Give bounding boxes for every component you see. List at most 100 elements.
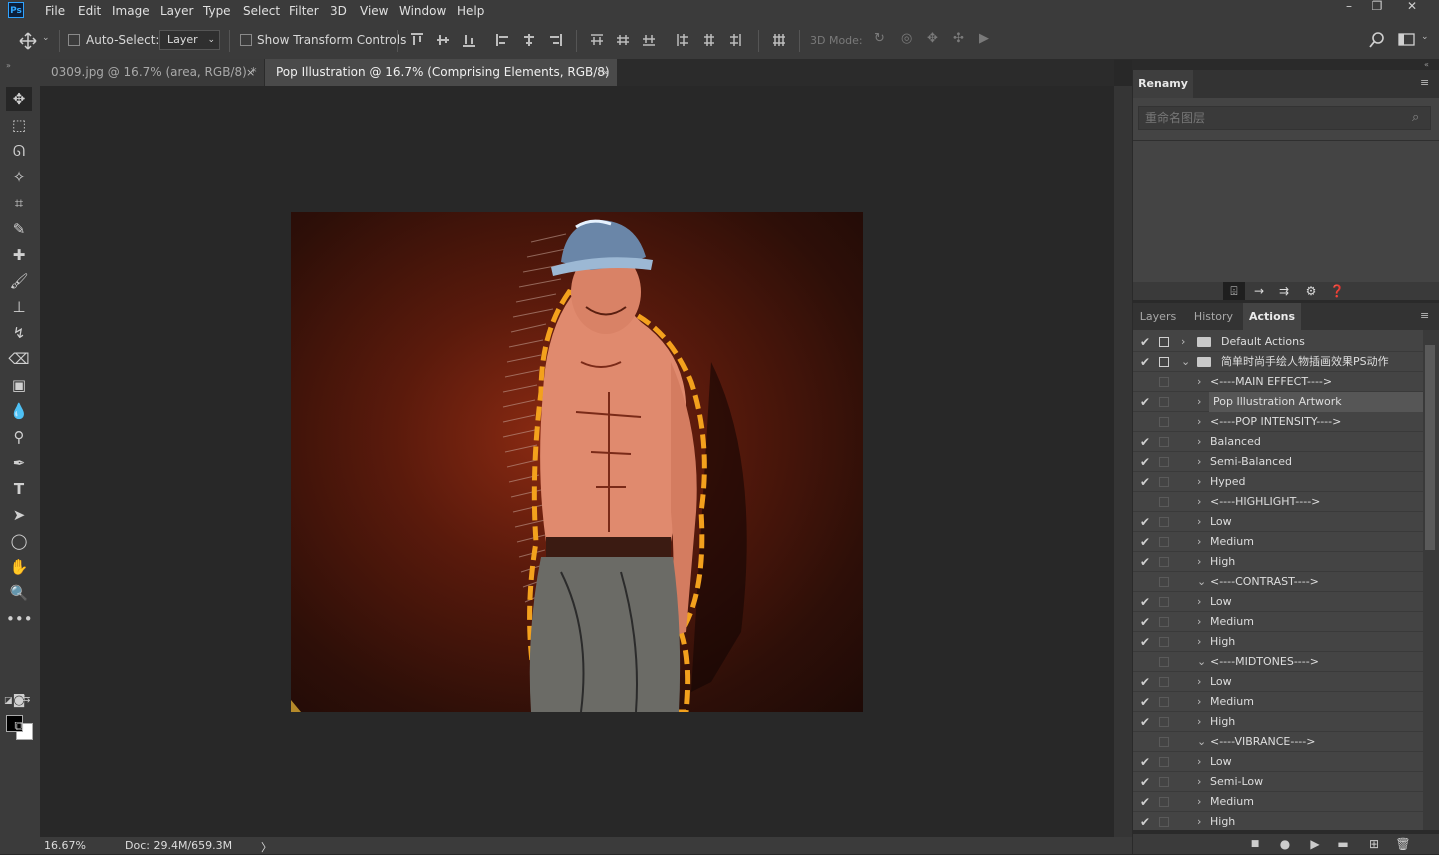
action-row[interactable]: ✔ › Low (1133, 752, 1423, 772)
type-tool-icon[interactable]: T (6, 477, 32, 501)
action-row[interactable]: ✔ › High (1133, 812, 1423, 830)
3d-pan-icon[interactable]: ✥ (927, 31, 938, 46)
expand-chevron-icon[interactable]: › (1197, 412, 1201, 432)
tab-layers[interactable]: Layers (1133, 303, 1183, 330)
history-brush-tool-icon[interactable]: ↯ (6, 321, 32, 345)
3d-scale-icon[interactable]: ▶ (979, 31, 989, 46)
action-toggle-checkmark[interactable]: ✔ (1138, 592, 1152, 612)
action-toggle-checkmark[interactable]: ✔ (1138, 332, 1152, 352)
action-toggle-checkmark[interactable]: ✔ (1138, 672, 1152, 692)
screen-mode-icon[interactable]: ⧉ (6, 715, 32, 739)
action-row[interactable]: ✔ › Medium (1133, 692, 1423, 712)
expand-chevron-icon[interactable]: › (1197, 772, 1201, 792)
align-right-icon[interactable] (548, 33, 562, 47)
expand-chevron-icon[interactable]: › (1197, 632, 1201, 652)
dialog-toggle-box[interactable] (1159, 757, 1169, 767)
dialog-toggle-box[interactable] (1159, 557, 1169, 567)
menu-type[interactable]: Type (203, 1, 231, 21)
action-row[interactable]: ✔ › Medium (1133, 792, 1423, 812)
expand-chevron-icon[interactable]: › (1197, 612, 1201, 632)
action-toggle-checkmark[interactable]: ✔ (1138, 532, 1152, 552)
dialog-toggle-box[interactable] (1159, 637, 1169, 647)
action-row[interactable]: ✔ › High (1133, 552, 1423, 572)
search-icon[interactable]: ⌕ (1412, 110, 1419, 125)
help-icon[interactable]: ❓ (1326, 282, 1348, 300)
distribute-vertical-center-icon[interactable] (616, 33, 630, 47)
ellipse-tool-icon[interactable]: ◯ (6, 529, 32, 553)
dialog-toggle-box[interactable] (1159, 437, 1169, 447)
action-toggle-checkmark[interactable]: ✔ (1138, 712, 1152, 732)
arrow-right-icon[interactable]: → (1248, 282, 1270, 300)
dialog-toggle-box[interactable] (1159, 457, 1169, 467)
minimize-button[interactable]: – (1334, 0, 1364, 14)
expand-chevron-icon[interactable]: › (1197, 792, 1201, 812)
dialog-toggle-box[interactable] (1159, 657, 1169, 667)
action-row[interactable]: ⌄ <----VIBRANCE----> (1133, 732, 1423, 752)
menu-3d[interactable]: 3D (330, 1, 347, 21)
rename-layer-input[interactable]: 重命名图层 (1138, 106, 1431, 130)
menu-layer[interactable]: Layer (160, 1, 193, 21)
expand-chevron-icon[interactable]: › (1197, 672, 1201, 692)
quick-mask-icon[interactable]: ◙ (6, 689, 32, 713)
expand-chevron-icon[interactable]: › (1197, 812, 1201, 830)
tab-0309[interactable]: 0309.jpg @ 16.7% (area, RGB/8) * × (40, 59, 264, 86)
dialog-toggle-box[interactable] (1159, 417, 1169, 427)
eyedropper-tool-icon[interactable]: ✎ (6, 217, 32, 241)
menu-select[interactable]: Select (243, 1, 280, 21)
new-set-folder-icon[interactable]: ▬ (1332, 835, 1354, 853)
expand-chevron-icon[interactable]: › (1197, 532, 1201, 552)
tab-pop-illustration[interactable]: Pop Illustration @ 16.7% (Comprising Ele… (265, 59, 617, 106)
action-toggle-checkmark[interactable]: ✔ (1138, 772, 1152, 792)
dialog-toggle-box[interactable] (1159, 537, 1169, 547)
expand-chevron-icon[interactable]: › (1197, 392, 1201, 412)
action-toggle-checkmark[interactable]: ✔ (1138, 612, 1152, 632)
menu-file[interactable]: File (45, 1, 65, 21)
record-icon[interactable]: ● (1274, 835, 1296, 853)
action-toggle-checkmark[interactable] (1138, 572, 1152, 592)
gear-icon[interactable]: ⚙ (1300, 282, 1322, 300)
action-row[interactable]: › <----POP INTENSITY----> (1133, 412, 1423, 432)
dialog-toggle-box[interactable] (1159, 377, 1169, 387)
action-toggle-checkmark[interactable] (1138, 412, 1152, 432)
action-toggle-checkmark[interactable] (1138, 372, 1152, 392)
collapse-chevron-icon[interactable]: ⌄ (1197, 732, 1206, 752)
dialog-toggle-box[interactable] (1159, 817, 1169, 827)
collapse-chevron-icon[interactable]: ⌄ (1181, 352, 1190, 372)
panel-menu-icon[interactable]: ≡ (1420, 76, 1429, 89)
action-row[interactable]: › <----MAIN EFFECT----> (1133, 372, 1423, 392)
action-toggle-checkmark[interactable] (1138, 732, 1152, 752)
expand-chevron-icon[interactable]: › (1197, 472, 1201, 492)
dialog-toggle-box[interactable] (1159, 677, 1169, 687)
3d-roll-icon[interactable]: ◎ (901, 31, 912, 46)
action-row[interactable]: ⌄ <----CONTRAST----> (1133, 572, 1423, 592)
distribute-top-icon[interactable] (590, 33, 604, 47)
play-icon[interactable]: ▶ (1304, 835, 1326, 853)
magic-wand-tool-icon[interactable]: ✧ (6, 165, 32, 189)
distribute-bottom-icon[interactable] (642, 33, 656, 47)
distribute-right-icon[interactable] (728, 33, 742, 47)
dialog-toggle-box[interactable] (1159, 597, 1169, 607)
dialog-toggle-box[interactable] (1159, 397, 1169, 407)
zoom-level[interactable]: 16.67% (44, 839, 86, 852)
distribute-left-icon[interactable] (676, 33, 690, 47)
collapse-toolbar-icon[interactable]: » (6, 61, 11, 70)
rename-mode-icon[interactable]: ⌹ (1223, 282, 1245, 300)
expand-chevron-icon[interactable]: › (1197, 432, 1201, 452)
trash-icon[interactable]: 🗑 (1392, 835, 1414, 853)
marquee-tool-icon[interactable]: ⬚ (6, 113, 32, 137)
menu-view[interactable]: View (360, 1, 388, 21)
dialog-toggle-box[interactable] (1159, 577, 1169, 587)
vertical-scrollbar[interactable] (1114, 86, 1132, 837)
action-row[interactable]: ✔ › Medium (1133, 612, 1423, 632)
dialog-toggle-box[interactable] (1159, 497, 1169, 507)
tool-preset-chevron-icon[interactable]: ⌄ (42, 33, 50, 43)
action-row[interactable]: ⌄ <----MIDTONES----> (1133, 652, 1423, 672)
action-row[interactable]: ✔ › High (1133, 632, 1423, 652)
action-toggle-checkmark[interactable]: ✔ (1138, 452, 1152, 472)
action-toggle-checkmark[interactable]: ✔ (1138, 752, 1152, 772)
menu-filter[interactable]: Filter (289, 1, 319, 21)
menu-image[interactable]: Image (112, 1, 150, 21)
dialog-toggle-box[interactable] (1159, 737, 1169, 747)
expand-chevron-icon[interactable]: › (1197, 492, 1201, 512)
more-tools-icon[interactable]: ••• (6, 607, 33, 631)
